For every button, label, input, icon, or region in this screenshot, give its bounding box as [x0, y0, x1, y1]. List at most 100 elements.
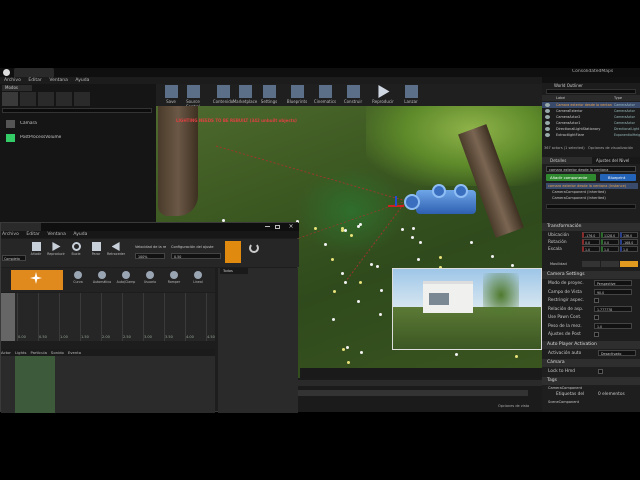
transform-x-field[interactable]: 1.0	[582, 246, 600, 252]
toolbar-cinematics-button[interactable]: Cinematics	[312, 84, 338, 108]
maximize-icon[interactable]	[275, 225, 280, 229]
camera-setting-checkbox[interactable]	[594, 315, 599, 320]
foliage-mode-icon[interactable]	[56, 92, 72, 106]
magnet-icon[interactable]	[249, 243, 259, 253]
transform-y-field[interactable]: 1128.0	[601, 232, 619, 238]
track-tab[interactable]: Sonido	[51, 349, 64, 356]
matinee-menu-file[interactable]: Archivo	[2, 231, 19, 238]
transform-y-field[interactable]: 1.0	[601, 246, 619, 252]
component-item[interactable]: CameraComponent (Inherited)	[552, 190, 606, 194]
track-area[interactable]	[1, 356, 215, 413]
toolbar-construir-button[interactable]: Construir	[340, 84, 366, 108]
visibility-eye-icon[interactable]	[545, 109, 550, 113]
matinee-bucle-button[interactable]: Bucle	[67, 241, 85, 265]
track-tab[interactable]: Lights	[15, 349, 26, 356]
transform-gizmo[interactable]	[388, 196, 404, 210]
snap-toggle-button[interactable]	[225, 241, 241, 263]
outliner-view-options[interactable]: Opciones de visualización	[588, 146, 633, 150]
visibility-eye-icon[interactable]	[545, 121, 550, 125]
view-options[interactable]: Opciones de vista	[498, 404, 529, 408]
camera-setting-field[interactable]: Perspective	[594, 280, 632, 286]
transform-z-field[interactable]: 136.0	[620, 232, 638, 238]
section-transform[interactable]: Transformación	[542, 223, 640, 231]
matinee-menu-edit[interactable]: Editar	[26, 231, 39, 238]
matinee-añadir-button[interactable]: Añadir	[27, 241, 45, 265]
section-tags[interactable]: Tags	[542, 377, 640, 385]
menu-help[interactable]: Ayuda	[75, 77, 89, 84]
matinee-tab[interactable]	[1, 223, 41, 231]
track-tab[interactable]: Actor	[1, 349, 11, 356]
transform-x-field[interactable]: 0.0	[582, 239, 600, 245]
actor-name-field[interactable]: camara exterior desde la ventana	[546, 166, 636, 172]
snap-dropdown[interactable]: 0.50	[171, 253, 221, 259]
paint-mode-icon[interactable]	[20, 92, 36, 106]
matinee-reproducir-button[interactable]: Reproducir	[47, 241, 65, 265]
matinee-parar-button[interactable]: Parar	[87, 241, 105, 265]
toolbar-settings-button[interactable]: Settings	[256, 84, 282, 108]
visibility-eye-icon[interactable]	[545, 103, 550, 107]
toolbar-reproducir-button[interactable]: Reproducir	[370, 84, 396, 108]
curve-romper-button[interactable]: Romper	[163, 270, 185, 290]
mobility-movable[interactable]	[620, 261, 638, 267]
blueprint-button[interactable]: Blueprint	[600, 174, 636, 181]
camera-setting-field[interactable]: 1.0	[594, 322, 632, 329]
list-item[interactable]: PostProcessVolume	[4, 132, 152, 144]
menu-edit[interactable]: Editar	[28, 77, 41, 84]
modes-search[interactable]	[2, 108, 152, 113]
matinee-menu-help[interactable]: Ayuda	[73, 231, 87, 238]
speed-dropdown[interactable]: 100%	[135, 253, 165, 259]
table-row[interactable]: ExtractlightFlareExponentialHeightFog	[542, 132, 640, 138]
component-item[interactable]: CameraComponent (Inherited)	[552, 196, 606, 200]
toolbar-source-control-button[interactable]: Source Control	[180, 84, 206, 109]
auto-player-dropdown[interactable]: Desactivado	[598, 350, 636, 356]
mobility-stationary[interactable]	[601, 261, 619, 267]
details-tab[interactable]: Detalles	[542, 157, 592, 164]
curve-lineal-button[interactable]: Lineal	[187, 270, 209, 290]
curve-curva-button[interactable]: Curva	[67, 270, 89, 290]
matinee-retroceder-button[interactable]: Retroceder	[107, 241, 125, 265]
component-root[interactable]: camara exterior desde la ventana (Instan…	[546, 183, 638, 189]
section-camera[interactable]: Cámara	[542, 359, 640, 367]
camera-actor-icon[interactable]	[402, 184, 494, 226]
track-tab[interactable]: Evento	[68, 349, 81, 356]
transform-x-field[interactable]: -176.0	[582, 232, 600, 238]
track-tab[interactable]: Partícula	[30, 349, 46, 356]
unreal-logo-icon[interactable]	[3, 69, 10, 76]
place-mode-icon[interactable]	[2, 92, 18, 106]
mode-dropdown[interactable]: Completo	[2, 255, 26, 261]
visibility-eye-icon[interactable]	[545, 115, 550, 119]
toolbar-blueprints-button[interactable]: Blueprints	[284, 84, 310, 108]
world-settings-tab[interactable]: Ajustes del Nivel	[592, 157, 640, 164]
lock-hmd-checkbox[interactable]	[598, 369, 603, 374]
main-tab[interactable]	[14, 68, 54, 77]
section-camera-settings[interactable]: Camera Settings	[542, 271, 640, 279]
landscape-mode-icon[interactable]	[38, 92, 54, 106]
details-search[interactable]	[546, 204, 636, 209]
toolbar-lanzar-button[interactable]: Lanzar	[398, 84, 424, 108]
camera-setting-checkbox[interactable]	[594, 298, 599, 303]
curve-auto-clamp-button[interactable]: Auto/Clamp	[115, 270, 137, 290]
transform-y-field[interactable]: 0.0	[601, 239, 619, 245]
list-item[interactable]: Cámara	[4, 118, 152, 130]
camera-setting-checkbox[interactable]	[594, 332, 599, 337]
minimize-icon[interactable]	[265, 226, 270, 227]
modes-tab[interactable]: Modos	[2, 85, 32, 91]
add-component-button[interactable]: Añadir componente	[546, 174, 596, 181]
geometry-mode-icon[interactable]	[74, 92, 90, 106]
menu-window[interactable]: Ventana	[49, 77, 67, 84]
toolbar-marketplace-button[interactable]: Marketplace	[232, 84, 258, 108]
mobility-static[interactable]	[582, 261, 600, 267]
curve-usuario-button[interactable]: Usuario	[139, 270, 161, 290]
timeline-grid[interactable]: 0.00 0.50 1.00 1.50 2.00 2.50 3.00 3.50 4.00 4.50	[1, 293, 215, 341]
matinee-menu-window[interactable]: Ventana	[47, 231, 65, 238]
camera-setting-field[interactable]: 1.777778	[594, 305, 632, 312]
close-icon[interactable]: ×	[286, 223, 296, 230]
curve-editor-tab[interactable]	[11, 270, 63, 290]
tag-row[interactable]: SceneComponent	[548, 400, 579, 404]
section-auto-player[interactable]: Auto Player Activation	[542, 341, 640, 349]
transform-z-field[interactable]: 1.0	[620, 246, 638, 252]
curve-automático-button[interactable]: Automático	[91, 270, 113, 290]
transform-z-field[interactable]: -168.0	[620, 239, 638, 245]
tag-row[interactable]: CameraComponent	[548, 386, 582, 390]
outliner-search[interactable]	[546, 89, 636, 94]
